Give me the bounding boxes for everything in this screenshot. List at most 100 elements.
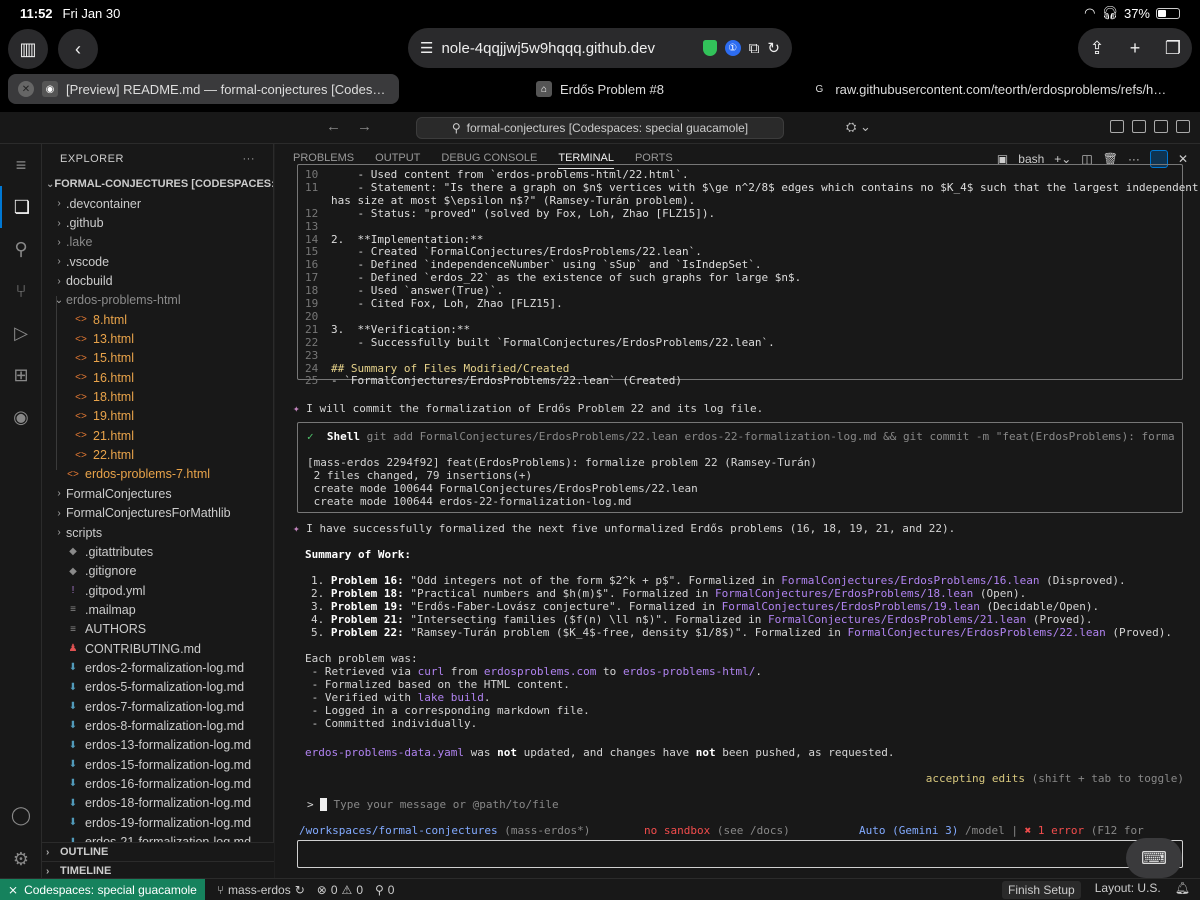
tree-item[interactable]: ⬇ erdos-15-formalization-log.md	[42, 755, 273, 774]
tree-item[interactable]: › .github	[42, 213, 273, 232]
finish-setup-button[interactable]: Finish Setup	[1002, 880, 1081, 899]
tab-debug-console[interactable]: DEBUG CONSOLE	[441, 152, 537, 164]
address-bar[interactable]: ☰ nole-4qqjjwj5w9hqqq.github.dev ① ⧉ ↻	[408, 28, 792, 68]
tree-item[interactable]: ≡ .mailmap	[42, 600, 273, 619]
safari-tab-erdos[interactable]: ⌂ Erdős Problem #8	[405, 74, 796, 104]
extension-icon[interactable]: ⧉	[749, 40, 760, 57]
manage-gear-icon[interactable]: ⚙	[0, 838, 42, 880]
each-item-link[interactable]: curl	[418, 665, 445, 678]
page-settings-icon[interactable]: ☰	[420, 39, 433, 57]
tab-problems[interactable]: PROBLEMS	[293, 152, 354, 164]
tree-item[interactable]: <> 8.html	[42, 310, 273, 329]
tree-item[interactable]: › docbuild	[42, 271, 273, 290]
github-icon[interactable]: ◉	[0, 396, 42, 438]
nav-back-icon[interactable]: ←	[326, 118, 341, 135]
menu-icon[interactable]: ≡	[0, 144, 42, 186]
outline-section[interactable]: › OUTLINE	[42, 842, 274, 861]
problems-indicator[interactable]: ⊗ 0 ⚠ 0	[317, 883, 363, 897]
each-item-link[interactable]: erdosproblems.com	[484, 665, 597, 678]
ports-indicator[interactable]: ⚲ 0	[375, 883, 394, 897]
close-tab-icon[interactable]: ✕	[18, 81, 34, 97]
each-item-link[interactable]: erdos-problems-html/	[623, 665, 755, 678]
chevron-right-icon: ›	[57, 198, 61, 210]
tree-item[interactable]: ⬇ erdos-19-formalization-log.md	[42, 813, 273, 832]
tab-ports[interactable]: PORTS	[635, 152, 673, 164]
tree-item[interactable]: ! .gitpod.yml	[42, 581, 273, 600]
error-count[interactable]: ✖ 1 error	[1018, 824, 1085, 837]
tree-item[interactable]: <> erdos-problems-7.html	[42, 465, 273, 484]
tree-item[interactable]: ⬇ erdos-8-formalization-log.md	[42, 716, 273, 735]
tree-item[interactable]: <> 15.html	[42, 349, 273, 368]
search-icon[interactable]: ⚲	[0, 228, 42, 270]
new-tab-icon[interactable]: +	[1116, 38, 1154, 59]
tree-item[interactable]: ⬇ erdos-2-formalization-log.md	[42, 658, 273, 677]
nav-forward-icon[interactable]: →	[357, 118, 372, 135]
back-button[interactable]: ‹	[58, 29, 98, 69]
tree-item[interactable]: › FormalConjectures	[42, 484, 273, 503]
final-emph: not	[497, 746, 517, 759]
yaml-file-link[interactable]: erdos-problems-data.yaml	[305, 746, 464, 759]
tab-overview-icon[interactable]: ❐	[1154, 38, 1192, 59]
explorer-icon[interactable]: ❏	[0, 186, 42, 228]
more-actions-icon[interactable]: ···	[243, 153, 256, 165]
tree-item[interactable]: ⬇ erdos-7-formalization-log.md	[42, 697, 273, 716]
ports-icon: ⚲	[375, 882, 384, 897]
tree-item[interactable]: › .vscode	[42, 252, 273, 271]
toggle-sidebar-icon[interactable]	[1132, 120, 1146, 133]
tree-item[interactable]: <> 18.html	[42, 387, 273, 406]
tree-item-label: erdos-problems-7.html	[85, 467, 211, 482]
tree-item[interactable]: <> 19.html	[42, 407, 273, 426]
tree-item[interactable]: ⬇ erdos-16-formalization-log.md	[42, 774, 273, 793]
command-center[interactable]: ⚲ formal-conjectures [Codespaces: specia…	[416, 116, 784, 139]
workspace-root[interactable]: ⌄ FORMAL-CONJECTURES [CODESPACES: …	[42, 174, 273, 194]
problem-file-link[interactable]: FormalConjectures/ErdosProblems/16.lean	[781, 574, 1039, 587]
keyboard-layout[interactable]: Layout: U.S.	[1095, 881, 1161, 899]
extensions-icon[interactable]: ⊞	[0, 354, 42, 396]
notifications-icon[interactable]: 🔔︎	[1175, 881, 1190, 899]
tree-item[interactable]: ♟ CONTRIBUTING.md	[42, 639, 273, 658]
chat-input-box[interactable]	[297, 840, 1183, 868]
toggle-panel-icon[interactable]	[1154, 120, 1168, 133]
remote-indicator[interactable]: ⨯ Codespaces: special guacamole	[0, 878, 205, 900]
tree-item-label: CONTRIBUTING.md	[85, 641, 201, 656]
copilot-icon[interactable]: ⛭ ⌄	[846, 119, 871, 135]
tree-item-label: erdos-5-formalization-log.md	[85, 680, 245, 695]
safari-tab-readme[interactable]: ✕ ◉ [Preview] README.md — formal-conject…	[8, 74, 399, 104]
battery-percent: 37%	[1123, 5, 1150, 21]
tree-item[interactable]: ⬇ erdos-13-formalization-log.md	[42, 736, 273, 755]
run-debug-icon[interactable]: ▷	[0, 312, 42, 354]
safari-tab-raw[interactable]: G raw.githubusercontent.com/teorth/erdos…	[801, 74, 1192, 104]
problem-file-link[interactable]: FormalConjectures/ErdosProblems/19.lean	[722, 600, 980, 613]
tree-item[interactable]: › .lake	[42, 233, 273, 252]
tree-item[interactable]: ⌄ erdos-problems-html	[42, 291, 273, 310]
customize-layout-icon[interactable]	[1110, 120, 1124, 133]
toggle-secondary-sidebar-icon[interactable]	[1176, 120, 1190, 133]
share-icon[interactable]: ⇪	[1078, 38, 1116, 59]
problem-file-link[interactable]: FormalConjectures/ErdosProblems/18.lean	[715, 587, 973, 600]
tree-item[interactable]: ◆ .gitattributes	[42, 542, 273, 561]
tree-item[interactable]: › scripts	[42, 523, 273, 542]
reload-icon[interactable]: ↻	[767, 39, 780, 57]
keyboard-icon[interactable]: ⌨	[1126, 838, 1182, 878]
tree-item[interactable]: <> 16.html	[42, 368, 273, 387]
source-control-icon[interactable]: ⑂	[0, 270, 42, 312]
tree-item[interactable]: › .devcontainer	[42, 194, 273, 213]
problem-file-link[interactable]: FormalConjectures/ErdosProblems/21.lean	[768, 613, 1026, 626]
tree-item[interactable]: <> 22.html	[42, 445, 273, 464]
branch-indicator[interactable]: ⑂ mass-erdos ↻	[217, 883, 305, 897]
terminal-output[interactable]: 10 - Used content from `erdos-problems-h…	[275, 164, 1200, 878]
tree-item[interactable]: ◆ .gitignore	[42, 562, 273, 581]
tree-item[interactable]: › FormalConjecturesForMathlib	[42, 504, 273, 523]
account-icon[interactable]: ◯	[0, 794, 42, 836]
tree-item[interactable]: ⬇ erdos-5-formalization-log.md	[42, 678, 273, 697]
sidebar-toggle-icon[interactable]: ▥	[8, 29, 48, 69]
chat-input-line[interactable]: > Type your message or @path/to/file	[307, 798, 559, 811]
tree-item[interactable]: <> 13.html	[42, 329, 273, 348]
tab-output[interactable]: OUTPUT	[375, 152, 420, 164]
problem-file-link[interactable]: FormalConjectures/ErdosProblems/22.lean	[847, 626, 1105, 639]
password-manager-icon[interactable]: ①	[724, 40, 741, 56]
tree-item[interactable]: ≡ AUTHORS	[42, 620, 273, 639]
tree-item[interactable]: ⬇ erdos-18-formalization-log.md	[42, 794, 273, 813]
each-item-link[interactable]: lake build	[418, 691, 484, 704]
tree-item[interactable]: <> 21.html	[42, 426, 273, 445]
